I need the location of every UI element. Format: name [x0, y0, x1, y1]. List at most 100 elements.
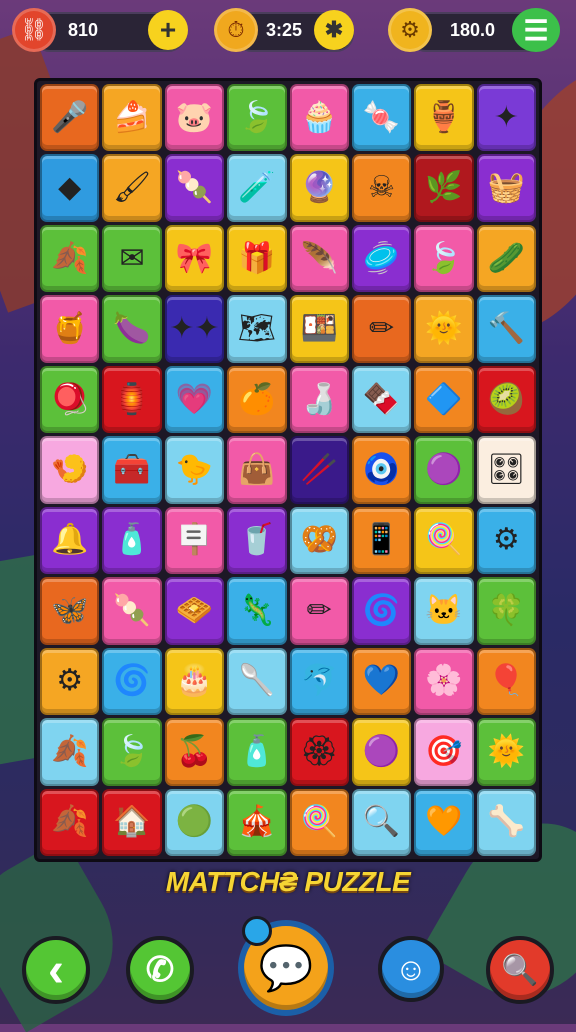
- puzzle-tile[interactable]: 🎂: [164, 647, 225, 716]
- puzzle-tile[interactable]: 🎯: [414, 718, 474, 786]
- puzzle-tile[interactable]: 🎁: [227, 224, 287, 293]
- chat-button[interactable]: ☺: [378, 936, 444, 1002]
- puzzle-tile[interactable]: 🍫: [351, 365, 412, 434]
- puzzle-tile[interactable]: 🦋: [40, 577, 100, 645]
- puzzle-board: 🎤 🍰 🐷 🍃 🧁 🍬 🏺 ✦ ◆ 🖌 🍡 🧪 🔮 ☠ 🌿 🧺 🍂 ✉ 🎀 🎁 🪶 🥏 🍃 🥒 🍯 🍆 ✦✦ 🗺 🍱 ✏ 🌞 🔨 🪀 🏮 💗 🍊 🍶 🍫 🔷…: [34, 78, 542, 862]
- puzzle-tile[interactable]: 🍃: [102, 718, 162, 786]
- puzzle-tile[interactable]: 🧁: [289, 84, 349, 152]
- puzzle-tile[interactable]: 🍱: [289, 295, 349, 363]
- puzzle-tile[interactable]: 🎛: [476, 436, 536, 504]
- puzzle-tile[interactable]: 🧿: [351, 436, 412, 504]
- puzzle-tile[interactable]: 🏮: [102, 365, 162, 434]
- coin-icon: ⚙: [388, 8, 432, 52]
- add-lives-button[interactable]: +: [148, 10, 188, 50]
- puzzle-tile[interactable]: 🥨: [289, 506, 349, 575]
- puzzle-tile[interactable]: 🍆: [102, 295, 162, 363]
- puzzle-tile[interactable]: 💗: [164, 365, 225, 434]
- puzzle-tile[interactable]: ✦: [476, 84, 536, 152]
- puzzle-tile[interactable]: 🍡: [164, 154, 225, 222]
- puzzle-tile[interactable]: 🐤: [164, 436, 225, 504]
- puzzle-tile[interactable]: 🌞: [476, 718, 536, 786]
- puzzle-tile[interactable]: 🥢: [289, 436, 349, 504]
- back-button[interactable]: ‹: [22, 936, 90, 1004]
- puzzle-tile[interactable]: 🍂: [40, 788, 100, 856]
- puzzle-tile[interactable]: 🍃: [227, 84, 287, 152]
- puzzle-tile[interactable]: 🔨: [476, 295, 536, 363]
- puzzle-tile[interactable]: 🟢: [164, 788, 225, 856]
- puzzle-tile[interactable]: ✉: [102, 224, 162, 293]
- puzzle-tile[interactable]: 🍒: [164, 718, 225, 786]
- puzzle-tile[interactable]: 🪀: [40, 365, 100, 434]
- puzzle-tile[interactable]: ⚙: [40, 647, 100, 716]
- puzzle-tile[interactable]: 🌞: [414, 295, 474, 363]
- puzzle-tile[interactable]: 🦴: [476, 788, 536, 856]
- puzzle-tile[interactable]: 👜: [227, 436, 287, 504]
- puzzle-tile[interactable]: 🌀: [102, 647, 162, 716]
- puzzle-tile[interactable]: 🧴: [102, 506, 162, 575]
- puzzle-tile[interactable]: 🎈: [476, 647, 536, 716]
- puzzle-tile[interactable]: 🟣: [351, 718, 412, 786]
- puzzle-tile[interactable]: 🥒: [476, 224, 536, 293]
- puzzle-tile[interactable]: 🧺: [476, 154, 536, 222]
- puzzle-tile[interactable]: 🍃: [414, 224, 474, 293]
- puzzle-tile[interactable]: 🍤: [40, 436, 100, 504]
- puzzle-tile[interactable]: 🗺: [227, 295, 287, 363]
- lives-icon: ⛓: [12, 8, 56, 52]
- puzzle-tile[interactable]: 🧰: [102, 436, 162, 504]
- puzzle-tile[interactable]: 🟣: [414, 436, 474, 504]
- puzzle-tile[interactable]: 🎤: [40, 84, 100, 152]
- puzzle-tile[interactable]: 🍭: [289, 788, 349, 856]
- puzzle-tile[interactable]: 🔍: [351, 788, 412, 856]
- puzzle-tile[interactable]: ✦✦: [164, 295, 225, 363]
- puzzle-tile[interactable]: 🍡: [102, 577, 162, 645]
- puzzle-tile[interactable]: 🏠: [102, 788, 162, 856]
- puzzle-tile[interactable]: 🔷: [414, 365, 474, 434]
- puzzle-tile[interactable]: 🔔: [40, 506, 100, 575]
- puzzle-tile[interactable]: 🍂: [40, 224, 100, 293]
- puzzle-tile[interactable]: 🎪: [227, 788, 287, 856]
- boost-button[interactable]: ✱: [314, 10, 354, 50]
- puzzle-tile[interactable]: 🎀: [164, 224, 225, 293]
- puzzle-tile[interactable]: ⚙: [476, 506, 536, 575]
- puzzle-tile[interactable]: 🌸: [414, 647, 474, 716]
- puzzle-tile[interactable]: 🐱: [414, 577, 474, 645]
- puzzle-tile[interactable]: ✏: [289, 577, 349, 645]
- puzzle-tile[interactable]: ✏: [351, 295, 412, 363]
- hud-lives: ⛓ 810 +: [12, 8, 192, 52]
- puzzle-tile[interactable]: 🧇: [164, 577, 225, 645]
- puzzle-tile[interactable]: 💙: [351, 647, 412, 716]
- timer-icon: ⏱: [214, 8, 258, 52]
- puzzle-tile[interactable]: ☠: [351, 154, 412, 222]
- puzzle-tile[interactable]: 🌀: [351, 577, 412, 645]
- puzzle-tile[interactable]: 🍊: [227, 365, 287, 434]
- puzzle-tile[interactable]: 🥤: [227, 506, 287, 575]
- search-button[interactable]: 🔍: [486, 936, 554, 1004]
- puzzle-tile[interactable]: 🪶: [289, 224, 349, 293]
- puzzle-tile[interactable]: ◆: [40, 154, 100, 222]
- puzzle-tile[interactable]: 🔮: [289, 154, 349, 222]
- puzzle-tile[interactable]: 🍂: [40, 718, 100, 786]
- puzzle-tile[interactable]: 🏵: [289, 718, 349, 786]
- puzzle-tile[interactable]: 🧡: [414, 788, 474, 856]
- puzzle-tile[interactable]: 📱: [351, 506, 412, 575]
- puzzle-tile[interactable]: 🍭: [414, 506, 474, 575]
- puzzle-tile[interactable]: 🥝: [476, 365, 536, 434]
- puzzle-tile[interactable]: 🥏: [351, 224, 412, 293]
- puzzle-tile[interactable]: 🍀: [476, 577, 536, 645]
- phone-button[interactable]: ✆: [126, 936, 194, 1004]
- puzzle-tile[interactable]: 🐬: [289, 647, 349, 716]
- puzzle-tile[interactable]: 🌿: [414, 154, 474, 222]
- menu-button[interactable]: ☰: [512, 8, 560, 52]
- puzzle-tile[interactable]: 🧪: [227, 154, 287, 222]
- puzzle-tile[interactable]: 🍬: [351, 84, 412, 152]
- puzzle-tile[interactable]: 🖌: [102, 154, 162, 222]
- puzzle-tile[interactable]: 🧴: [227, 718, 287, 786]
- puzzle-tile[interactable]: 🐷: [164, 84, 225, 152]
- puzzle-tile[interactable]: 🍯: [40, 295, 100, 363]
- puzzle-tile[interactable]: 🥄: [227, 647, 287, 716]
- puzzle-tile[interactable]: 🍰: [102, 84, 162, 152]
- puzzle-tile[interactable]: 🦎: [227, 577, 287, 645]
- puzzle-tile[interactable]: 🍶: [289, 365, 349, 434]
- puzzle-tile[interactable]: 🪧: [164, 506, 225, 575]
- puzzle-tile[interactable]: 🏺: [414, 84, 474, 152]
